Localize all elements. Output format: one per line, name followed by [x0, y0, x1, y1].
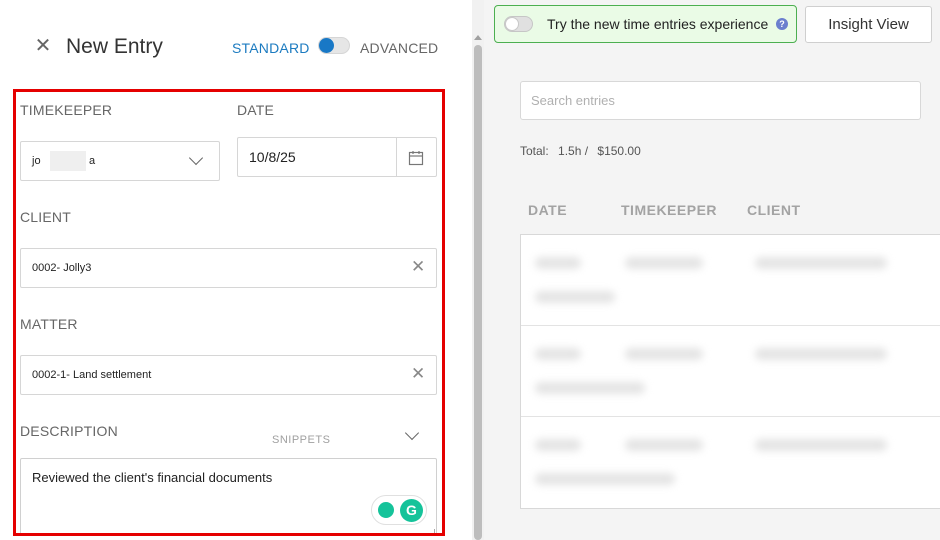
mode-toggle[interactable]: [318, 37, 350, 54]
matter-select[interactable]: 0002-1- Land settlement ✕: [20, 355, 437, 395]
panel-title: New Entry: [66, 35, 163, 58]
column-header-timekeeper[interactable]: TIMEKEEPER: [621, 202, 717, 218]
blurred-cell: [535, 348, 581, 360]
client-value: 0002- Jolly3: [32, 262, 92, 274]
blurred-cell: [755, 348, 887, 360]
table-row[interactable]: [521, 326, 940, 417]
blurred-cell: [535, 291, 615, 303]
total-hours: 1.5h /: [558, 144, 589, 158]
timekeeper-select[interactable]: jo a: [20, 141, 220, 181]
date-input[interactable]: 10/8/25: [237, 137, 437, 177]
column-header-date[interactable]: DATE: [528, 202, 567, 218]
mode-advanced-label[interactable]: ADVANCED: [360, 40, 438, 56]
date-label: DATE: [237, 102, 275, 118]
date-divider: [396, 138, 397, 176]
table-row[interactable]: [521, 417, 940, 508]
new-experience-toggle[interactable]: [504, 16, 533, 32]
snippets-chevron-down-icon[interactable]: [404, 425, 420, 441]
scroll-up-arrow-icon[interactable]: [474, 35, 482, 40]
total-amount: $150.00: [597, 144, 641, 158]
timekeeper-value-start: jo: [32, 155, 41, 167]
total-label: Total:: [520, 144, 549, 158]
description-textarea[interactable]: Reviewed the client's financial document…: [20, 458, 437, 533]
blurred-cell: [535, 439, 581, 451]
blurred-cell: [625, 257, 703, 269]
blurred-cell: [755, 257, 887, 269]
entries-table: [520, 234, 940, 509]
clear-matter-icon[interactable]: ✕: [411, 365, 425, 382]
insight-view-button[interactable]: Insight View: [805, 6, 932, 43]
column-header-client[interactable]: CLIENT: [747, 202, 801, 218]
blurred-cell: [535, 257, 581, 269]
chevron-down-icon: [188, 150, 204, 166]
entry-form: TIMEKEEPER jo a DATE 10/8/25 CLIENT 0002…: [13, 89, 445, 536]
close-icon[interactable]: ✕: [33, 36, 53, 56]
app-root: ✕ New Entry STANDARD ADVANCED TIMEKEEPER…: [0, 0, 940, 540]
matter-label: MATTER: [20, 316, 78, 332]
table-row[interactable]: [521, 235, 940, 326]
help-icon[interactable]: ?: [776, 18, 788, 30]
totals-summary: Total: 1.5h / $150.00: [520, 144, 647, 158]
grammarly-widget[interactable]: G: [371, 495, 427, 525]
timekeeper-label: TIMEKEEPER: [20, 102, 113, 118]
client-label: CLIENT: [20, 209, 71, 225]
blurred-cell: [625, 439, 703, 451]
toggle-knob: [319, 38, 334, 53]
grammarly-icon[interactable]: G: [400, 499, 423, 522]
clear-client-icon[interactable]: ✕: [411, 258, 425, 275]
calendar-icon[interactable]: [408, 150, 424, 166]
blurred-cell: [755, 439, 887, 451]
resize-handle[interactable]: [428, 529, 435, 533]
date-value: 10/8/25: [249, 149, 296, 165]
blurred-cell: [535, 382, 645, 394]
description-text: Reviewed the client's financial document…: [32, 470, 273, 485]
timekeeper-value-end: a: [89, 155, 96, 167]
matter-value: 0002-1- Land settlement: [32, 369, 152, 381]
new-experience-text: Try the new time entries experience: [547, 16, 769, 32]
search-input[interactable]: [520, 81, 921, 120]
new-entry-panel: ✕ New Entry STANDARD ADVANCED TIMEKEEPER…: [0, 0, 472, 540]
description-label: DESCRIPTION: [20, 423, 118, 439]
blurred-cell: [535, 473, 675, 485]
client-select[interactable]: 0002- Jolly3 ✕: [20, 248, 437, 288]
snippets-label[interactable]: SNIPPETS: [272, 434, 330, 446]
scrollbar-thumb[interactable]: [474, 45, 482, 540]
lightbulb-icon[interactable]: [378, 502, 394, 518]
toggle-knob: [505, 17, 519, 31]
new-experience-banner: Try the new time entries experience ?: [494, 5, 797, 43]
blurred-cell: [625, 348, 703, 360]
mode-standard-label[interactable]: STANDARD: [232, 40, 310, 56]
redacted-name: [50, 151, 86, 171]
